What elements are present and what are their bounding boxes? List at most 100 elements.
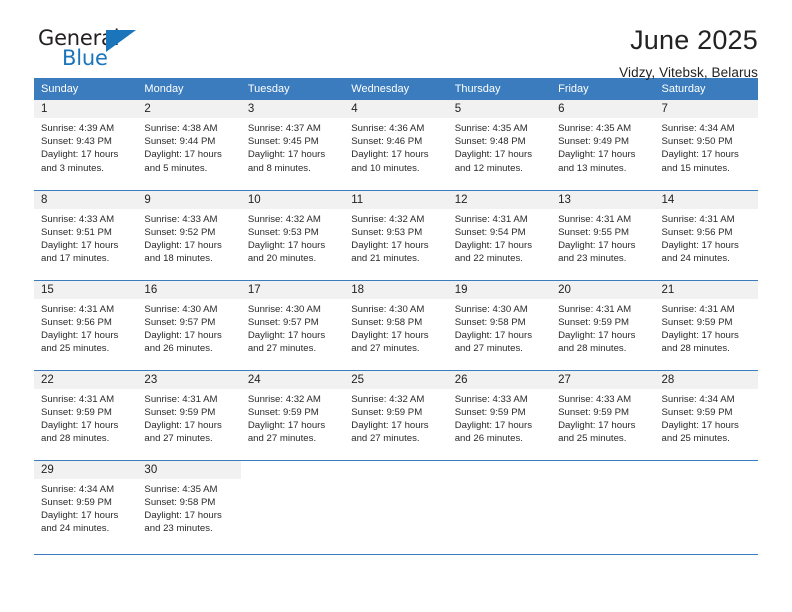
calendar-day-cell[interactable]: 25 Sunrise: 4:32 AM Sunset: 9:59 PM Dayligh… [344,370,448,461]
day-cell-content: 15 Sunrise: 4:31 AM Sunset: 9:56 PM Dayligh… [34,280,138,370]
calendar-day-cell[interactable]: 20 Sunrise: 4:31 AM Sunset: 9:59 PM Dayligh… [551,280,655,371]
weekday-header-wednesday: Wednesday [344,78,448,100]
calendar-day-cell[interactable]: 24 Sunrise: 4:32 AM Sunset: 9:59 PM Dayligh… [240,370,345,461]
day-sunrise-text: Sunrise: 4:31 AM [558,213,632,225]
day-daylight1-text: Daylight: 17 hours [661,149,739,161]
day-sunrise-text: Sunrise: 4:34 AM [661,393,735,405]
calendar-day-cell[interactable]: 11 Sunrise: 4:32 AM Sunset: 9:53 PM Dayligh… [344,190,448,281]
calendar-day-cell[interactable]: 9 Sunrise: 4:33 AM Sunset: 9:52 PM Daylight… [137,190,241,281]
calendar-day-cell[interactable]: 30 Sunrise: 4:35 AM Sunset: 9:58 PM Dayligh… [137,460,241,555]
day-number: 1 [34,100,138,118]
day-daylight2-text: and 23 minutes. [558,253,627,265]
day-sun-info: Sunrise: 4:38 AM Sunset: 9:44 PM Daylight:… [137,118,240,175]
day-number: 24 [240,370,345,389]
calendar-day-cell[interactable]: 5 Sunrise: 4:35 AM Sunset: 9:48 PM Daylight… [447,100,552,191]
calendar-day-cell [240,460,345,555]
day-daylight2-text: and 28 minutes. [41,433,110,445]
calendar-day-cell[interactable]: 26 Sunrise: 4:33 AM Sunset: 9:59 PM Dayligh… [447,370,552,461]
day-daylight2-text: and 27 minutes. [247,343,317,355]
day-daylight2-text: and 3 minutes. [41,162,104,174]
calendar-day-cell[interactable]: 4 Sunrise: 4:36 AM Sunset: 9:46 PM Daylight… [344,100,448,191]
calendar-day-cell[interactable]: 23 Sunrise: 4:31 AM Sunset: 9:59 PM Dayligh… [137,370,241,461]
day-sunrise-text: Sunrise: 4:31 AM [454,213,528,225]
calendar-day-cell[interactable]: 13 Sunrise: 4:31 AM Sunset: 9:55 PM Dayligh… [551,190,655,281]
calendar-body: 1 Sunrise: 4:39 AM Sunset: 9:43 PM Daylight… [34,100,758,555]
day-sunset-text: Sunset: 9:50 PM [661,136,733,148]
day-sunset-text: Sunset: 9:55 PM [558,226,630,238]
calendar-day-cell[interactable]: 29 Sunrise: 4:34 AM Sunset: 9:59 PM Dayligh… [34,460,138,555]
day-number: 4 [344,100,448,118]
weekday-header-thursday: Thursday [447,78,552,100]
calendar-grid: Sunday Monday Tuesday Wednesday Thursday… [34,78,758,555]
day-sunset-text: Sunset: 9:59 PM [661,316,733,328]
calendar-day-cell[interactable]: 22 Sunrise: 4:31 AM Sunset: 9:59 PM Dayligh… [34,370,138,461]
day-cell-content: 6 Sunrise: 4:35 AM Sunset: 9:49 PM Daylight… [551,100,655,190]
calendar-day-cell[interactable]: 1 Sunrise: 4:39 AM Sunset: 9:43 PM Daylight… [34,100,138,191]
day-sunset-text: Sunset: 9:59 PM [41,406,112,418]
calendar-day-cell[interactable]: 8 Sunrise: 4:33 AM Sunset: 9:51 PM Daylight… [34,190,138,281]
day-sunrise-text: Sunrise: 4:31 AM [661,303,735,315]
day-sunset-text: Sunset: 9:59 PM [558,316,630,328]
calendar-day-cell[interactable]: 15 Sunrise: 4:31 AM Sunset: 9:56 PM Dayligh… [34,280,138,371]
day-number: 11 [344,190,448,209]
calendar-day-cell[interactable]: 17 Sunrise: 4:30 AM Sunset: 9:57 PM Dayligh… [240,280,345,371]
calendar-day-cell[interactable]: 28 Sunrise: 4:34 AM Sunset: 9:59 PM Dayligh… [654,370,758,461]
day-daylight2-text: and 24 minutes. [661,253,730,265]
day-number: 26 [447,370,552,389]
calendar-day-cell[interactable]: 2 Sunrise: 4:38 AM Sunset: 9:44 PM Daylight… [137,100,241,191]
day-cell-content: 13 Sunrise: 4:31 AM Sunset: 9:55 PM Dayligh… [551,190,655,280]
day-cell-content: 18 Sunrise: 4:30 AM Sunset: 9:58 PM Dayligh… [344,280,448,370]
day-number: 21 [654,280,758,299]
day-sunrise-text: Sunrise: 4:33 AM [454,393,528,405]
calendar-day-cell[interactable]: 19 Sunrise: 4:30 AM Sunset: 9:58 PM Dayligh… [447,280,552,371]
day-sunset-text: Sunset: 9:58 PM [454,316,526,328]
day-number [655,461,758,479]
day-sun-info: Sunrise: 4:34 AM Sunset: 9:59 PM Daylight:… [34,479,137,536]
calendar-day-cell[interactable]: 7 Sunrise: 4:34 AM Sunset: 9:50 PM Daylight… [654,100,758,191]
calendar-day-cell[interactable]: 16 Sunrise: 4:30 AM Sunset: 9:57 PM Dayligh… [137,280,241,371]
calendar-day-cell[interactable]: 6 Sunrise: 4:35 AM Sunset: 9:49 PM Daylight… [551,100,655,191]
calendar-day-cell[interactable]: 18 Sunrise: 4:30 AM Sunset: 9:58 PM Dayligh… [344,280,448,371]
calendar-day-cell[interactable]: 10 Sunrise: 4:32 AM Sunset: 9:53 PM Dayligh… [240,190,345,281]
day-sunset-text: Sunset: 9:56 PM [661,226,733,238]
day-cell-content: 11 Sunrise: 4:32 AM Sunset: 9:53 PM Dayligh… [344,190,448,280]
day-cell-content: 30 Sunrise: 4:35 AM Sunset: 9:58 PM Dayligh… [137,460,241,554]
day-daylight1-text: Daylight: 17 hours [558,239,636,251]
day-sunrise-text: Sunrise: 4:31 AM [144,393,218,405]
day-cell-content: 12 Sunrise: 4:31 AM Sunset: 9:54 PM Dayligh… [447,190,552,280]
day-cell-content: 4 Sunrise: 4:36 AM Sunset: 9:46 PM Daylight… [344,100,448,190]
day-daylight2-text: and 25 minutes. [661,433,730,445]
calendar-day-cell[interactable]: 21 Sunrise: 4:31 AM Sunset: 9:59 PM Dayligh… [654,280,758,371]
day-number: 20 [551,280,655,299]
day-sun-info: Sunrise: 4:33 AM Sunset: 9:51 PM Daylight:… [34,209,137,266]
day-sun-info: Sunrise: 4:35 AM Sunset: 9:49 PM Daylight:… [551,118,654,175]
day-daylight2-text: and 24 minutes. [41,523,110,535]
day-cell-content: 29 Sunrise: 4:34 AM Sunset: 9:59 PM Dayligh… [34,460,138,554]
day-daylight2-text: and 10 minutes. [351,162,420,174]
day-number: 23 [137,370,241,389]
day-number: 30 [137,460,241,479]
calendar-day-cell[interactable]: 14 Sunrise: 4:31 AM Sunset: 9:56 PM Dayligh… [654,190,758,281]
day-cell-content: 10 Sunrise: 4:32 AM Sunset: 9:53 PM Dayligh… [240,190,345,280]
calendar-day-cell[interactable]: 27 Sunrise: 4:33 AM Sunset: 9:59 PM Dayligh… [551,370,655,461]
day-number: 19 [447,280,552,299]
day-sunrise-text: Sunrise: 4:32 AM [247,213,321,225]
day-cell-content: 22 Sunrise: 4:31 AM Sunset: 9:59 PM Dayligh… [34,370,138,460]
day-sun-info: Sunrise: 4:39 AM Sunset: 9:43 PM Daylight:… [34,118,137,175]
weekday-header-sunday: Sunday [34,78,138,100]
day-number: 29 [34,460,138,479]
calendar-day-cell[interactable]: 3 Sunrise: 4:37 AM Sunset: 9:45 PM Daylight… [240,100,345,191]
calendar-day-cell[interactable]: 12 Sunrise: 4:31 AM Sunset: 9:54 PM Dayligh… [447,190,552,281]
day-cell-content: 3 Sunrise: 4:37 AM Sunset: 9:45 PM Daylight… [240,100,345,190]
day-daylight2-text: and 27 minutes. [247,433,317,445]
empty-cell [551,461,654,554]
day-sunset-text: Sunset: 9:51 PM [41,226,112,238]
day-daylight1-text: Daylight: 17 hours [454,149,533,161]
day-daylight2-text: and 20 minutes. [247,253,317,265]
day-daylight1-text: Daylight: 17 hours [41,149,119,161]
day-sunset-text: Sunset: 9:53 PM [351,226,423,238]
day-cell-content: 27 Sunrise: 4:33 AM Sunset: 9:59 PM Dayligh… [551,370,655,460]
day-sunset-text: Sunset: 9:57 PM [247,316,319,328]
general-blue-logo[interactable]: General Blue [38,26,146,74]
day-sunset-text: Sunset: 9:59 PM [144,406,216,418]
